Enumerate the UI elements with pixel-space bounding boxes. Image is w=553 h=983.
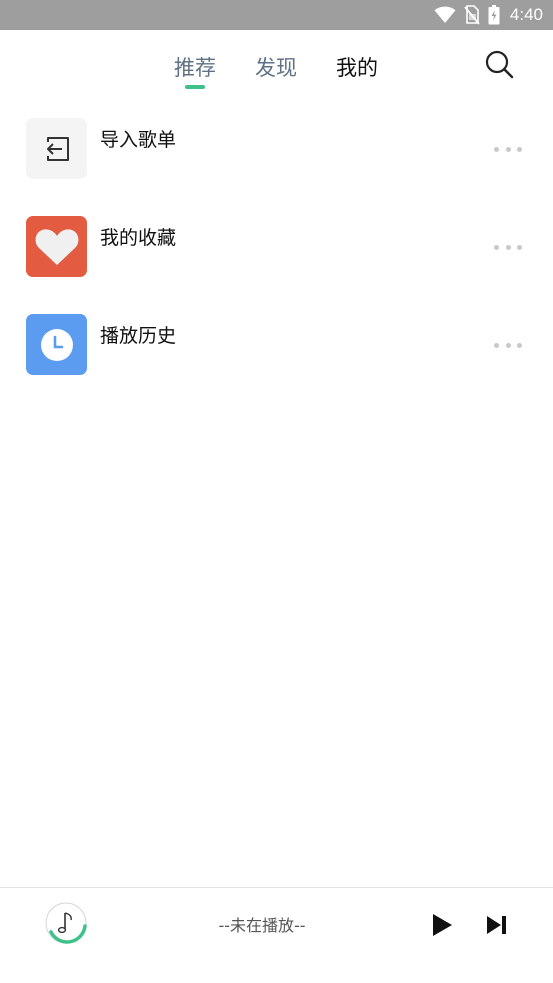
search-button[interactable] — [484, 49, 514, 79]
album-art[interactable] — [45, 902, 87, 944]
tab-mine[interactable]: 我的 — [336, 52, 378, 82]
more-dot — [494, 146, 499, 152]
more-dot — [494, 244, 499, 250]
tab-recommend[interactable]: 推荐 — [174, 52, 216, 82]
list-item-favorites[interactable]: 我的收藏 — [0, 198, 553, 296]
more-button[interactable] — [492, 240, 524, 254]
play-button[interactable] — [429, 912, 455, 938]
music-note-icon — [45, 902, 87, 944]
status-time: 4:40 — [509, 5, 543, 24]
wifi-icon — [434, 6, 456, 23]
import-icon — [46, 136, 69, 161]
more-dot — [494, 342, 499, 348]
list-item-label: 我的收藏 — [100, 227, 177, 249]
play-icon — [433, 914, 452, 936]
now-playing-status: --未在播放-- — [218, 916, 306, 935]
tab-discover[interactable]: 发现 — [255, 52, 297, 82]
more-button[interactable] — [492, 338, 524, 352]
list-item-import-playlist[interactable]: 导入歌单 — [0, 100, 553, 198]
list-item-label: 播放历史 — [100, 325, 177, 347]
next-button[interactable] — [485, 913, 509, 937]
more-button[interactable] — [492, 142, 524, 156]
heart-icon — [35, 228, 78, 265]
clock-icon — [40, 328, 73, 361]
more-dot — [505, 146, 511, 152]
more-dot — [517, 342, 522, 348]
list-item-label: 导入歌单 — [100, 129, 177, 151]
status-icons: 4:40 — [434, 0, 543, 30]
more-dot — [505, 342, 511, 348]
skip-next-icon — [487, 916, 506, 934]
battery-charging-icon — [488, 5, 500, 25]
mini-player[interactable]: --未在播放-- — [0, 887, 553, 983]
status-bar: 4:40 — [0, 0, 553, 30]
favorites-icon-tile — [26, 216, 87, 277]
import-playlist-icon-tile — [26, 118, 87, 179]
more-dot — [505, 244, 511, 250]
no-sim-icon — [464, 5, 480, 25]
more-dot — [517, 146, 522, 152]
more-dot — [517, 244, 522, 250]
play-history-icon-tile — [26, 314, 87, 375]
tab-active-indicator — [185, 85, 205, 89]
search-icon — [485, 50, 514, 79]
top-tab-bar: 推荐 发现 我的 — [0, 30, 553, 100]
list-item-play-history[interactable]: 播放历史 — [0, 296, 553, 394]
